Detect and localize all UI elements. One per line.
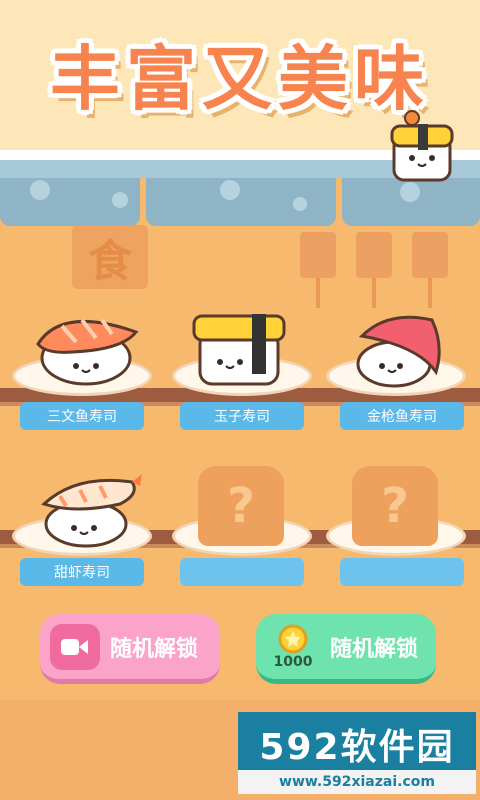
video-icon	[50, 623, 100, 670]
locked-sushi-slot[interactable]: ?	[352, 466, 438, 546]
title-banner: 丰富又美味	[14, 30, 466, 120]
coin-unlock-label: 随机解锁	[330, 636, 419, 662]
lantern-decoration	[412, 232, 448, 308]
locked-sushi-slot[interactable]: ?	[198, 466, 284, 546]
tuna-sushi-icon[interactable]	[348, 306, 448, 390]
page-title: 丰富又美味	[50, 37, 430, 120]
mascot-sushi-icon	[390, 110, 454, 182]
video-unlock-label: 随机解锁	[110, 636, 199, 662]
coin-cost: 1000	[273, 653, 313, 670]
salmon-sushi-icon[interactable]	[32, 304, 142, 388]
shrimp-sushi-icon[interactable]	[36, 470, 146, 550]
watermark-logo: 592软件园	[238, 712, 476, 776]
sushi-label-tuna: 金枪鱼寿司	[340, 402, 464, 430]
coin-cost-group: 1000	[264, 624, 322, 670]
coin-random-unlock-button[interactable]: 1000 随机解锁	[256, 614, 436, 684]
lantern-decoration	[356, 232, 392, 308]
sushi-label-locked	[180, 558, 304, 586]
lantern-decoration	[300, 232, 336, 308]
sushi-label-locked	[340, 558, 464, 586]
sushi-label-salmon: 三文鱼寿司	[20, 402, 144, 430]
tamago-sushi-icon[interactable]	[190, 310, 290, 390]
sushi-label-tamago: 玉子寿司	[180, 402, 304, 430]
coin-icon	[278, 624, 308, 653]
watermark-url: www.592xiazai.com	[238, 770, 476, 794]
food-sign: 食	[72, 225, 148, 289]
sushi-label-shrimp: 甜虾寿司	[20, 558, 144, 586]
video-random-unlock-button[interactable]: 随机解锁	[40, 614, 220, 684]
